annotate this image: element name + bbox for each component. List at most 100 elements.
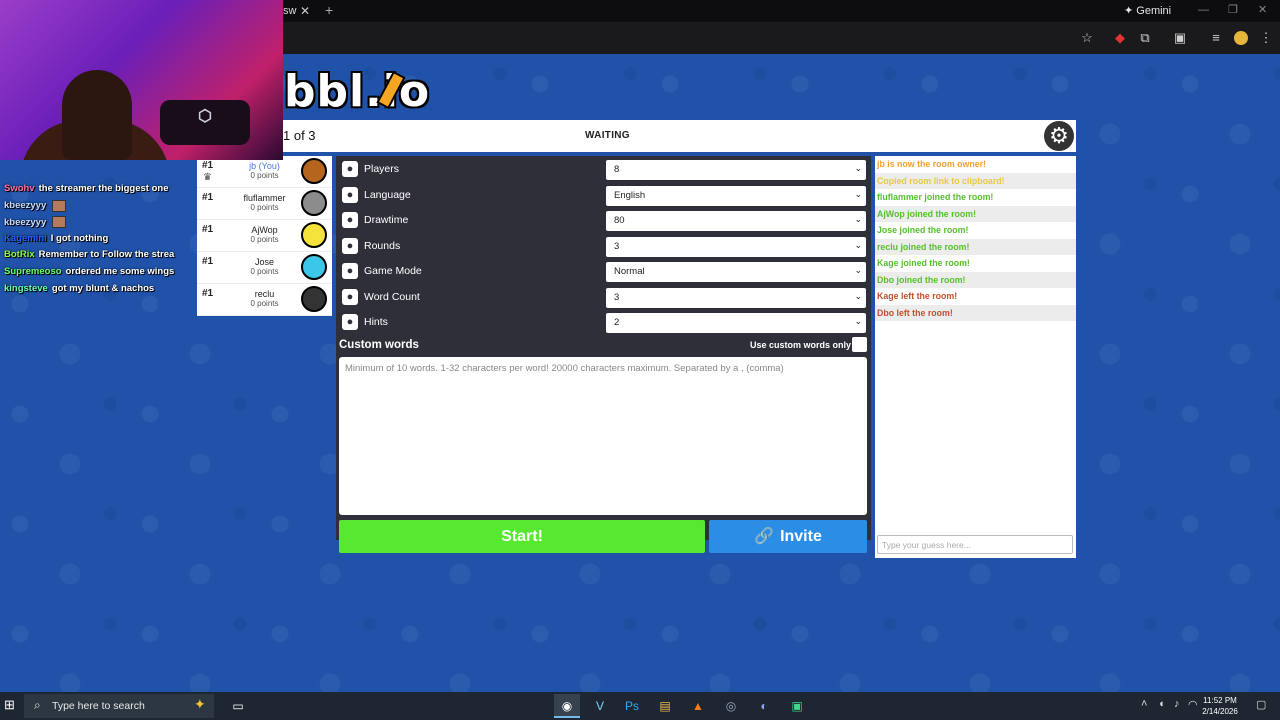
tray-chevron-icon[interactable]: ˄	[1141, 698, 1147, 710]
chevron-down-icon: ⌄	[854, 316, 862, 326]
chat-message: jb is now the room owner!	[877, 159, 986, 169]
stream-chat-line: kbeezyyy	[4, 199, 244, 217]
player-points: 0 points	[250, 171, 279, 180]
windows-taskbar: ⊞ ⌕ Type here to search ✦ ▭ ◉ V Ps ▤ ▲ ◎…	[0, 692, 1280, 720]
discord-app-icon[interactable]: ◐	[751, 694, 777, 718]
file-explorer-icon[interactable]: ▤	[652, 694, 678, 718]
setting-select[interactable]: English ⌄	[606, 185, 866, 206]
stream-chat-text: the streamer the biggest one	[38, 183, 169, 194]
webcam-overlay: ⬡	[0, 0, 283, 160]
menu-kebab-icon[interactable]: ⋮	[1256, 22, 1276, 54]
person-icon: ●	[342, 161, 358, 177]
app-icon[interactable]: ▣	[784, 694, 810, 718]
search-icon: ⌕	[34, 698, 41, 712]
setting-select[interactable]: 2 ⌄	[606, 313, 866, 333]
close-window-button[interactable]: ✕	[1258, 0, 1267, 20]
extension-icon[interactable]: ◆	[1110, 22, 1130, 54]
stream-chat-user: Supremeoso	[4, 265, 62, 277]
notification-icon[interactable]: ▢	[1256, 698, 1266, 711]
fl-studio-icon[interactable]: ▲	[685, 694, 711, 718]
chat-message: Copied room link to clipboard!	[875, 172, 1076, 189]
setting-value: 3	[614, 291, 620, 303]
setting-row: ● Rounds 3 ⌄	[336, 234, 871, 259]
setting-label: Word Count	[364, 290, 420, 303]
game-logo: bbl.io	[284, 66, 431, 117]
new-tab-button[interactable]: +	[325, 0, 333, 20]
setting-label: Players	[364, 163, 400, 175]
profile-avatar[interactable]	[1234, 31, 1248, 45]
extensions-puzzle-icon[interactable]: ⧉	[1135, 22, 1155, 54]
setting-value: 2	[614, 317, 620, 328]
setting-row: ● Hints 2 ⌄	[336, 310, 871, 335]
custom-words-textarea[interactable]: Minimum of 10 words. 1-32 characters per…	[339, 357, 867, 515]
bookmark-star-icon[interactable]: ☆	[1077, 22, 1097, 54]
stream-chat-line: Supremeoso ordered me some wings	[4, 266, 244, 283]
chevron-down-icon: ⌄	[854, 163, 862, 173]
chevron-down-icon: ⌄	[854, 239, 862, 250]
windows-start-icon[interactable]: ⊞	[4, 698, 18, 712]
stream-chat-line: kbeezyyy	[4, 216, 244, 233]
stream-chat-line: kingsteve got my blunt & nachos	[4, 283, 244, 300]
taskbar-search[interactable]: ⌕ Type here to search ✦	[24, 694, 214, 718]
crown-icon: ♛	[203, 172, 212, 183]
photoshop-app-icon[interactable]: Ps	[619, 694, 645, 718]
custom-words-only-checkbox[interactable]	[852, 337, 867, 352]
setting-row: ● Language English ⌄	[336, 183, 871, 208]
minimize-button[interactable]: —	[1198, 0, 1209, 20]
stream-chat-user: kbeezyyy	[4, 200, 47, 212]
setting-value: 8	[614, 164, 620, 175]
chat-message: AjWop joined the room!	[875, 205, 1076, 222]
guess-input[interactable]: Type your guess here...	[877, 535, 1073, 554]
chat-message: Jose joined the room!	[877, 225, 969, 235]
stream-chat-text: got my blunt & nachos	[51, 282, 155, 294]
setting-value: Normal	[614, 266, 645, 277]
setting-row: ● Drawtime 80 ⌄	[336, 208, 871, 233]
setting-value: 3	[614, 240, 620, 252]
d20-decoration: ⬡	[160, 100, 250, 145]
rounds-icon: ●	[342, 237, 358, 254]
invite-label: Invite	[780, 528, 822, 545]
stream-chat-user: kingsteve	[4, 282, 48, 294]
player-name: jb (You)	[249, 161, 280, 171]
chat-messages: jb is now the room owner! Copied room lin…	[875, 156, 1076, 321]
mic-icon[interactable]: ♪	[1174, 698, 1180, 710]
stream-chat-user: BotRix	[4, 249, 35, 261]
player-avatar	[301, 190, 327, 216]
stream-chat-text: ordered me some wings	[65, 265, 175, 277]
steam-app-icon[interactable]: ◎	[718, 694, 744, 718]
player-avatar	[301, 286, 327, 312]
lobby-settings-panel: Custom words Use custom words only Minim…	[336, 156, 871, 540]
emote-icon	[52, 199, 67, 212]
taskbar-clock[interactable]: 11:52 PM 2/14/2026	[1196, 695, 1244, 717]
stream-chat-line: Kagemini I got nothing	[4, 233, 244, 250]
setting-select[interactable]: 8 ⌄	[606, 160, 866, 180]
chevron-down-icon: ⌄	[854, 188, 862, 199]
volume-icon[interactable]: ◖	[1158, 698, 1165, 710]
setting-select[interactable]: 80 ⌄	[606, 211, 866, 231]
setting-select[interactable]: Normal ⌄	[606, 262, 866, 282]
stream-chat-user: Kagemini	[4, 232, 47, 244]
tab-close-icon[interactable]: ✕	[300, 0, 310, 22]
gemini-button[interactable]: ✦ Gemini	[1124, 0, 1171, 22]
stream-chat-text: Remember to Follow the strea	[38, 249, 175, 261]
chrome-app-icon[interactable]: ◉	[554, 694, 580, 718]
reading-list-icon[interactable]: ≡	[1206, 22, 1226, 54]
start-button[interactable]: Start!	[339, 520, 705, 553]
stream-chat-user: Swohv	[4, 183, 35, 194]
setting-label: Rounds	[364, 239, 401, 252]
setting-select[interactable]: 3 ⌄	[606, 287, 866, 308]
sparkle-icon: ✦	[194, 696, 206, 712]
task-view-icon[interactable]: ▭	[225, 694, 251, 718]
player-avatar	[301, 254, 327, 280]
media-icon[interactable]: ▣	[1170, 22, 1190, 54]
setting-label: Language	[364, 188, 411, 201]
gear-icon[interactable]: ⚙	[1044, 121, 1074, 151]
setting-select[interactable]: 3 ⌄	[606, 236, 866, 257]
link-icon: 🔗	[754, 528, 775, 545]
player-avatar	[301, 158, 327, 184]
player-avatar	[301, 222, 327, 248]
maximize-button[interactable]: ❐	[1228, 0, 1238, 20]
vegas-app-icon[interactable]: V	[587, 694, 613, 718]
invite-button[interactable]: 🔗 Invite	[709, 520, 867, 553]
clock-date: 2/14/2026	[1202, 707, 1238, 716]
